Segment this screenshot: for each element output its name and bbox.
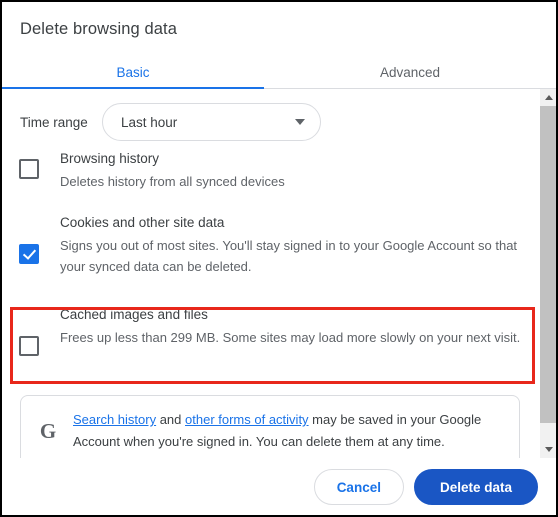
scrollbar-thumb[interactable] xyxy=(540,106,556,423)
option-text-browsing-history: Browsing history Deletes history from al… xyxy=(60,149,303,192)
time-range-label: Time range xyxy=(20,114,88,130)
dialog-scroll-body: Time range Last hour Browsing history De… xyxy=(2,89,556,468)
info-text-between: and xyxy=(156,412,186,427)
scroll-up-arrow-icon[interactable] xyxy=(540,89,556,106)
tab-basic[interactable]: Basic xyxy=(2,56,264,90)
vertical-scrollbar[interactable] xyxy=(539,89,556,458)
option-title-cached-images-and-files: Cached images and files xyxy=(60,307,208,322)
chevron-down-icon xyxy=(295,119,305,125)
option-text-cookies-and-site-data: Cookies and other site data Signs you ou… xyxy=(60,213,556,277)
dialog-title: Delete browsing data xyxy=(20,20,178,38)
option-row-cookies-and-site-data[interactable]: Cookies and other site data Signs you ou… xyxy=(2,213,556,277)
option-text-cached-images-and-files: Cached images and files Frees up less th… xyxy=(60,305,538,348)
option-desc-cached-images-and-files: Frees up less than 299 MB. Some sites ma… xyxy=(60,330,521,345)
tab-advanced[interactable]: Advanced xyxy=(264,56,556,89)
google-account-info-text: Search history and other forms of activi… xyxy=(73,409,503,453)
delete-data-button-label: Delete data xyxy=(439,479,512,495)
option-title-cookies-and-site-data: Cookies and other site data xyxy=(60,215,225,230)
time-range-value: Last hour xyxy=(121,114,178,130)
checkbox-cookies-and-site-data[interactable] xyxy=(19,244,39,264)
tab-advanced-label: Advanced xyxy=(379,65,441,80)
checkbox-browsing-history[interactable] xyxy=(19,159,39,179)
option-row-browsing-history[interactable]: Browsing history Deletes history from al… xyxy=(2,149,556,192)
option-desc-browsing-history: Deletes history from all synced devices xyxy=(60,174,285,189)
cancel-button-label: Cancel xyxy=(336,479,381,495)
option-title-browsing-history: Browsing history xyxy=(60,151,160,166)
scroll-down-arrow-icon[interactable] xyxy=(540,441,556,458)
checkbox-cached-images-and-files[interactable] xyxy=(19,336,39,356)
dialog-footer: Cancel Delete data xyxy=(2,458,556,515)
google-logo-icon: G xyxy=(39,418,57,443)
tab-basic-label: Basic xyxy=(116,65,150,80)
option-desc-cookies-and-site-data: Signs you out of most sites. You'll stay… xyxy=(60,238,518,274)
time-range-select[interactable]: Last hour xyxy=(102,103,321,141)
delete-data-button[interactable]: Delete data xyxy=(413,469,538,505)
time-range-row: Time range Last hour xyxy=(2,103,556,141)
option-row-cached-images-and-files[interactable]: Cached images and files Frees up less th… xyxy=(2,305,556,356)
tab-bar: Basic Advanced xyxy=(2,56,556,90)
delete-browsing-data-dialog: Delete browsing data Basic Advanced Time… xyxy=(0,0,558,517)
cancel-button[interactable]: Cancel xyxy=(313,469,404,505)
other-forms-of-activity-link[interactable]: other forms of activity xyxy=(185,412,309,427)
search-history-link[interactable]: Search history xyxy=(73,412,156,427)
